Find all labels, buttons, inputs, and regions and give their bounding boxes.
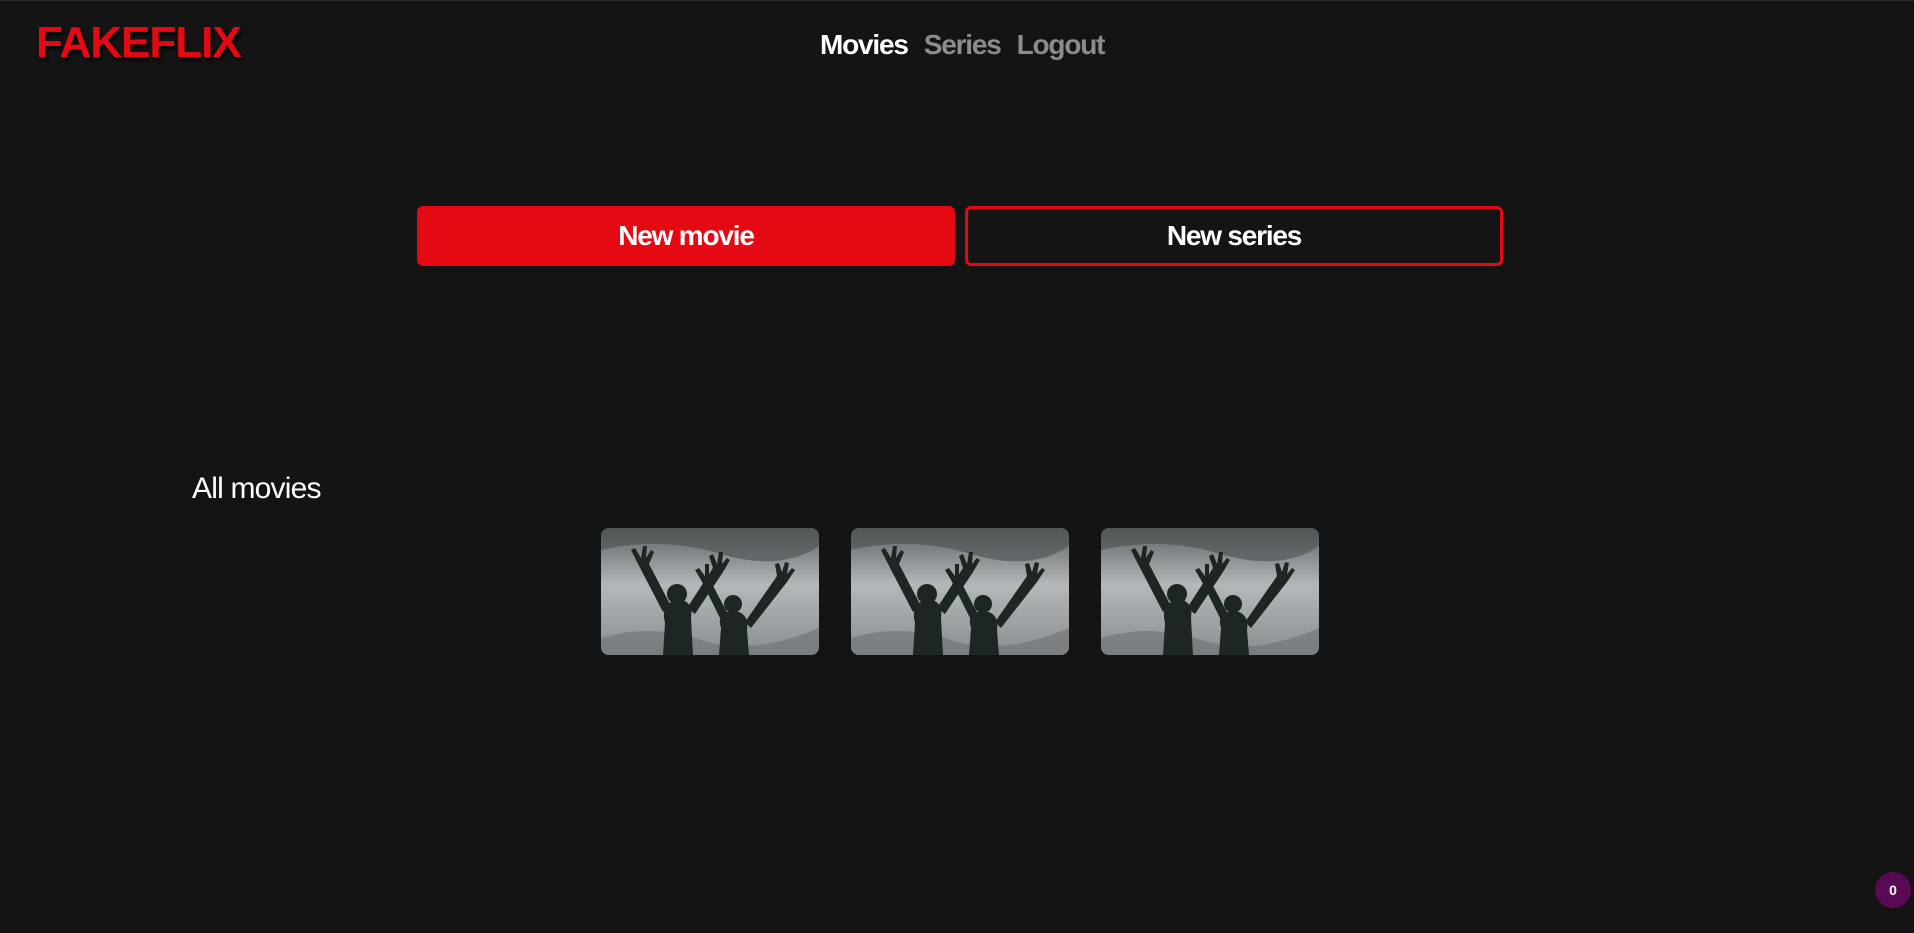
app-root: FAKEFLIX Movies Series Logout New movie … <box>0 0 1914 933</box>
movie-thumbnail-image <box>601 528 819 655</box>
nav-item-movies[interactable]: Movies <box>820 25 909 65</box>
movie-thumbnail-image <box>851 528 1069 655</box>
action-buttons: New movie New series <box>417 206 1503 266</box>
movie-card[interactable] <box>851 528 1069 655</box>
movie-grid <box>601 528 1319 655</box>
movie-thumbnail-image <box>1101 528 1319 655</box>
movie-card[interactable] <box>601 528 819 655</box>
main-nav: Movies Series Logout <box>820 25 1106 65</box>
app-logo[interactable]: FAKEFLIX <box>36 17 242 69</box>
nav-item-series[interactable]: Series <box>924 25 1002 65</box>
nav-item-logout[interactable]: Logout <box>1017 25 1106 65</box>
movie-card[interactable] <box>1101 528 1319 655</box>
notification-badge[interactable]: 0 <box>1875 872 1911 908</box>
section-title-all-movies: All movies <box>192 472 322 505</box>
new-movie-button[interactable]: New movie <box>417 206 955 266</box>
new-series-button[interactable]: New series <box>965 206 1503 266</box>
